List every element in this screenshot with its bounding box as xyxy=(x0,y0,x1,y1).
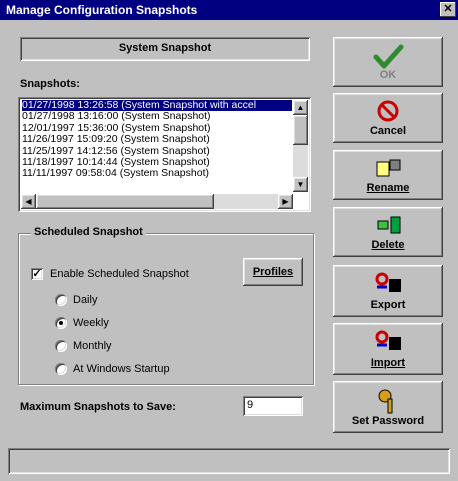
rename-icon xyxy=(376,159,401,177)
import-button[interactable]: Import xyxy=(333,323,443,375)
list-item[interactable]: 11/11/1997 09:58:04 (System Snapshot) xyxy=(22,167,292,179)
radio-weekly[interactable] xyxy=(55,317,67,329)
snapshots-list[interactable]: 01/27/1998 13:26:58 (System Snapshot wit… xyxy=(18,97,311,212)
snapshots-label: Snapshots: xyxy=(20,78,80,90)
profiles-button[interactable]: Profiles xyxy=(243,258,303,286)
radio-daily-label: Daily xyxy=(73,294,98,306)
checkmark-icon xyxy=(373,44,404,69)
snapshot-name-label: System Snapshot xyxy=(118,42,212,54)
manage-snapshots-dialog: Manage Configuration Snapshots ✕ System … xyxy=(0,0,458,481)
title-bar: Manage Configuration Snapshots ✕ xyxy=(0,0,458,20)
vertical-scrollbar[interactable]: ▲ ▼ xyxy=(293,100,308,192)
max-snapshots-label: Maximum Snapshots to Save: xyxy=(20,401,176,413)
enable-scheduled-label: Enable Scheduled Snapshot xyxy=(50,268,189,280)
snapshot-items: 01/27/1998 13:26:58 (System Snapshot wit… xyxy=(22,100,292,192)
export-button[interactable]: Export xyxy=(333,265,443,317)
radio-monthly[interactable] xyxy=(55,340,67,352)
trash-icon xyxy=(377,216,401,234)
scheduled-snapshot-group: Scheduled Snapshot ✓ Enable Scheduled Sn… xyxy=(18,226,314,385)
radio-daily[interactable] xyxy=(55,294,67,306)
cancel-icon xyxy=(377,100,399,122)
max-snapshots-value: 9 xyxy=(247,399,254,411)
export-label: Export xyxy=(370,299,406,311)
rename-label: Rename xyxy=(366,182,410,194)
radio-selected-dot xyxy=(59,321,63,325)
import-icon xyxy=(375,330,401,350)
scroll-down-icon[interactable]: ▼ xyxy=(293,177,308,192)
profiles-label: Profiles xyxy=(252,266,294,278)
import-label: Import xyxy=(370,357,406,369)
scroll-up-icon[interactable]: ▲ xyxy=(293,100,308,115)
delete-label: Delete xyxy=(371,239,405,251)
window-title: Manage Configuration Snapshots xyxy=(6,3,198,17)
set-password-button[interactable]: Set Password xyxy=(333,381,443,433)
radio-monthly-label: Monthly xyxy=(73,340,112,352)
radio-windows-startup[interactable] xyxy=(55,363,67,375)
scroll-left-icon[interactable]: ◀ xyxy=(21,194,36,209)
ok-button[interactable]: OK xyxy=(333,37,443,87)
max-snapshots-input[interactable]: 9 xyxy=(243,396,303,416)
set-password-label: Set Password xyxy=(351,415,425,427)
export-icon xyxy=(375,272,401,292)
delete-button[interactable]: Delete xyxy=(333,207,443,257)
scroll-right-icon[interactable]: ▶ xyxy=(278,194,293,209)
snapshot-name-box: System Snapshot xyxy=(20,37,310,61)
list-item[interactable]: 11/26/1997 15:09:20 (System Snapshot) xyxy=(22,133,292,145)
ok-label: OK xyxy=(379,69,397,81)
enable-scheduled-checkbox[interactable]: ✓ xyxy=(31,268,43,280)
horizontal-scrollbar[interactable]: ◀ ▶ xyxy=(21,194,293,209)
key-icon xyxy=(378,389,393,414)
scheduled-snapshot-title: Scheduled Snapshot xyxy=(31,226,146,238)
radio-windows-startup-label: At Windows Startup xyxy=(73,363,170,375)
vertical-scroll-thumb[interactable] xyxy=(293,115,308,145)
status-bar xyxy=(8,448,450,474)
horizontal-scroll-thumb[interactable] xyxy=(36,194,214,209)
cancel-button[interactable]: Cancel xyxy=(333,93,443,143)
rename-button[interactable]: Rename xyxy=(333,150,443,200)
close-icon[interactable]: ✕ xyxy=(440,2,456,17)
radio-weekly-label: Weekly xyxy=(73,317,109,329)
cancel-label: Cancel xyxy=(369,125,407,137)
